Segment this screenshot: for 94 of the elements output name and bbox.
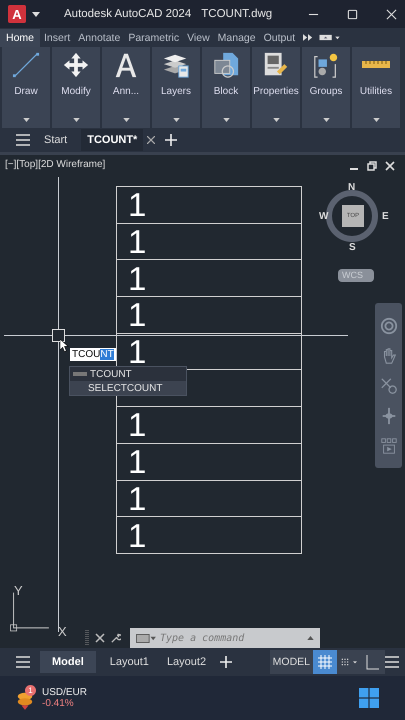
more-tabs-icon[interactable]	[303, 34, 314, 41]
caret-icon[interactable]	[172, 118, 180, 122]
layout-tab[interactable]: Model	[40, 651, 96, 673]
panel-label: Modify	[61, 86, 91, 97]
ribbon-panel[interactable]: Block	[202, 47, 250, 128]
wrench-icon[interactable]	[111, 633, 121, 643]
command-history-icon[interactable]	[136, 634, 156, 642]
axis-label: X	[58, 624, 67, 639]
viewport-label[interactable]: [−][Top][2D Wireframe]	[5, 159, 106, 170]
panel-label: Utilities	[360, 86, 392, 97]
ribbon-tab[interactable]: View	[183, 30, 214, 46]
move-arrows-icon	[62, 51, 90, 79]
axis-label: Y	[14, 583, 23, 598]
window-title: Autodesk AutoCAD 2024	[64, 8, 192, 20]
command-input[interactable]: TCOUNT	[70, 348, 116, 361]
caret-icon[interactable]	[72, 118, 80, 122]
command-field[interactable]: Type a command	[160, 632, 303, 644]
table-cell: 1	[128, 298, 146, 332]
file-tab[interactable]: TCOUNT*	[81, 129, 144, 151]
ribbon-tab[interactable]: Manage	[214, 30, 260, 46]
group-icon	[312, 51, 340, 79]
pickbox	[52, 329, 65, 342]
orbit-icon[interactable]	[380, 407, 398, 425]
compass-label: S	[349, 242, 356, 253]
ribbon-tab[interactable]: Insert	[40, 30, 74, 46]
workspace-dropdown-icon[interactable]	[319, 34, 342, 41]
close-icon[interactable]	[95, 633, 105, 643]
document-title: TCOUNT.dwg	[201, 8, 272, 20]
menu-icon[interactable]	[16, 134, 30, 146]
windows-start-icon[interactable]	[359, 688, 379, 708]
caret-icon[interactable]	[372, 118, 380, 122]
new-tab-icon[interactable]	[165, 134, 178, 146]
ribbon-panel[interactable]: Utilities	[352, 47, 400, 128]
notification-badge: 1	[25, 685, 36, 696]
close-icon[interactable]	[147, 136, 156, 144]
caret-icon[interactable]	[22, 118, 30, 122]
ribbon-panel[interactable]: Modify	[52, 47, 100, 128]
ruler-icon	[362, 61, 390, 68]
ribbon-tab[interactable]: Annotate	[74, 30, 124, 46]
ribbon-tab[interactable]: Parametric	[124, 30, 184, 46]
maximize-icon[interactable]	[347, 8, 358, 20]
ribbon-panel[interactable]: Properties	[252, 47, 300, 128]
snap-icon[interactable]	[337, 650, 361, 674]
table-cell: 1	[128, 408, 146, 442]
ribbon-tab[interactable]: Home	[0, 28, 40, 46]
caret-icon[interactable]	[122, 118, 130, 122]
table-cell: 1	[128, 335, 146, 368]
table-cell: 1	[128, 225, 146, 258]
panel-label: Groups	[310, 86, 342, 97]
table-cell: 1	[128, 445, 146, 478]
layout-tab[interactable]: Layout2	[162, 651, 210, 673]
widget-title: USD/EUR	[42, 687, 88, 698]
steering-wheel-icon[interactable]	[380, 317, 398, 335]
restore-icon[interactable]	[367, 161, 377, 171]
ribbon-panel[interactable]: Ann...	[102, 47, 150, 128]
table-cell: 1	[128, 518, 146, 552]
ribbon-panel[interactable]: Groups	[302, 47, 350, 128]
command-icon	[73, 371, 87, 377]
caret-icon[interactable]	[272, 118, 280, 122]
panel-label: Ann...	[112, 86, 140, 97]
menu-icon[interactable]	[385, 656, 399, 668]
compass-label: E	[382, 211, 389, 222]
ribbon-panel[interactable]: Layers	[152, 47, 200, 128]
ortho-icon[interactable]	[361, 650, 385, 674]
model-space-button[interactable]: MODEL	[270, 650, 313, 674]
zoom-icon[interactable]	[380, 377, 398, 395]
menu-icon[interactable]	[16, 656, 30, 668]
ribbon-panel[interactable]: Draw	[2, 47, 50, 128]
panel-label: Layers	[160, 86, 191, 97]
panel-label: Block	[214, 86, 238, 97]
grid-icon[interactable]	[313, 650, 337, 674]
cursor-icon	[60, 339, 69, 352]
caret-icon[interactable]	[222, 118, 230, 122]
grip-icon[interactable]	[85, 630, 89, 646]
showmotion-icon[interactable]	[380, 437, 398, 455]
app-logo[interactable]: A	[8, 5, 26, 23]
caret-icon[interactable]	[32, 12, 40, 16]
ribbon-tab[interactable]: Output	[260, 30, 300, 46]
compass-label: N	[348, 182, 356, 193]
table-cell: 1	[128, 262, 146, 295]
compass-label: W	[319, 211, 328, 222]
panel-label: Properties	[253, 86, 299, 97]
line-icon	[12, 51, 40, 79]
add-layout-icon[interactable]	[220, 656, 232, 668]
suggestion-item[interactable]: SELECTCOUNT	[70, 381, 186, 395]
panel-label: Draw	[14, 86, 38, 97]
table-cell: 1	[128, 482, 146, 515]
widget-value: -0.41%	[42, 698, 75, 709]
suggestion-item[interactable]: TCOUNT	[70, 367, 186, 381]
block-icon	[212, 51, 240, 79]
file-tab[interactable]: Start	[40, 130, 72, 150]
layout-tab[interactable]: Layout1	[106, 651, 153, 673]
table-cell: 1	[128, 188, 146, 222]
caret-icon[interactable]	[322, 118, 330, 122]
